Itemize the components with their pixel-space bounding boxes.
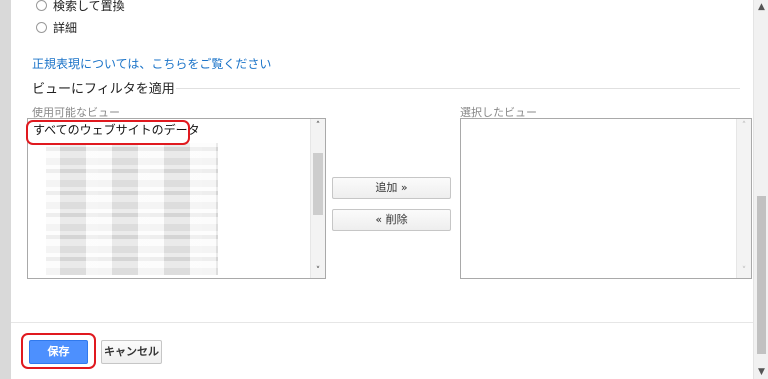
option-search-replace-label: 検索して置換 <box>53 0 125 13</box>
page-scrollbar[interactable]: ▲ ▼ <box>753 0 768 379</box>
page-scroll-thumb[interactable] <box>757 196 766 354</box>
remove-button[interactable]: « 削除 <box>332 209 451 231</box>
available-views-list[interactable]: すべてのウェブサイトのデータ ˄ ˅ <box>27 118 326 279</box>
selected-views-list[interactable]: ˄ ˅ <box>460 118 752 279</box>
option-advanced[interactable]: 詳細 <box>36 19 77 35</box>
chevron-up-icon[interactable]: ˄ <box>311 119 325 133</box>
available-list-scroll-thumb[interactable] <box>313 153 323 215</box>
apply-to-views-heading: ビューにフィルタを適用 <box>32 82 175 97</box>
option-advanced-label: 詳細 <box>53 20 78 35</box>
scroll-up-icon[interactable]: ▲ <box>754 0 768 14</box>
radio-advanced[interactable] <box>36 21 47 33</box>
option-search-replace[interactable]: 検索して置換 <box>36 0 125 13</box>
selected-list-scrollbar[interactable]: ˄ ˅ <box>736 119 751 278</box>
regex-help-link[interactable]: 正規表現については、こちらをご覧ください <box>32 55 271 72</box>
section-divider <box>176 88 740 89</box>
scroll-down-icon[interactable]: ▼ <box>754 365 768 379</box>
redacted-view-list <box>46 143 218 275</box>
left-edge-strip <box>0 0 11 379</box>
chevron-up-icon[interactable]: ˄ <box>737 119 751 133</box>
radio-search-replace[interactable] <box>36 0 47 11</box>
cancel-button[interactable]: キャンセル <box>101 340 162 364</box>
footer-divider <box>11 322 753 323</box>
add-button[interactable]: 追加 » <box>332 177 451 199</box>
chevron-down-icon[interactable]: ˅ <box>737 264 751 278</box>
save-button[interactable]: 保存 <box>29 340 88 364</box>
list-item[interactable]: すべてのウェブサイトのデータ <box>33 121 200 138</box>
chevron-down-icon[interactable]: ˅ <box>311 264 325 278</box>
available-list-scrollbar[interactable]: ˄ ˅ <box>310 119 325 278</box>
